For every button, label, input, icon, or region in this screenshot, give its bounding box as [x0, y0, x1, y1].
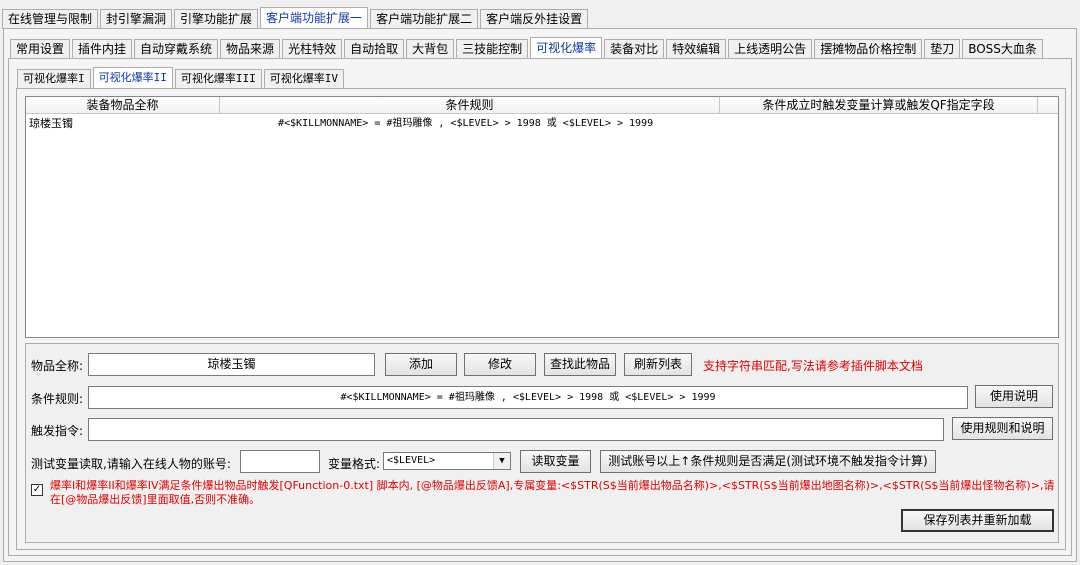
- refresh-list-button[interactable]: 刷新列表: [624, 353, 692, 376]
- trigger-label: 触发指令:: [31, 424, 84, 438]
- tab-big-bag[interactable]: 大背包: [406, 39, 455, 59]
- var-format-select[interactable]: <$LEVEL> ▼: [383, 452, 511, 470]
- item-name-label: 物品全称:: [31, 359, 84, 373]
- add-button[interactable]: 添加: [385, 353, 457, 376]
- match-hint: 支持字符串匹配,写法请参考插件脚本文档: [703, 359, 923, 373]
- list-header: 装备物品全称 条件规则 条件成立时触发变量计算或触发QF指定字段: [26, 97, 1058, 114]
- column-item-name[interactable]: 装备物品全称: [26, 97, 220, 114]
- tab-common-settings[interactable]: 常用设置: [10, 39, 71, 59]
- tab-drop-rate-3[interactable]: 可视化爆率III: [174, 69, 262, 89]
- save-reload-button[interactable]: 保存列表并重新加载: [901, 509, 1054, 532]
- drop-feedback-note: 爆率I和爆率II和爆率IV满足条件爆出物品时触发[QFunction-0.txt…: [50, 479, 1055, 506]
- tab-equip-compare[interactable]: 装备对比: [604, 39, 665, 59]
- test-account-input[interactable]: [240, 450, 320, 473]
- tab-item-source[interactable]: 物品来源: [220, 39, 281, 59]
- tab-client-anticheat[interactable]: 客户端反外挂设置: [480, 9, 589, 29]
- tab-engine-extension[interactable]: 引擎功能扩展: [174, 9, 259, 29]
- test-rule-button[interactable]: 测试账号以上↑条件规则是否满足(测试环境不触发指令计算): [600, 450, 936, 473]
- find-item-button[interactable]: 查找此物品: [544, 353, 616, 376]
- tab-light-pillar[interactable]: 光柱特效: [282, 39, 343, 59]
- list-item-name: 琼楼玉镯: [29, 117, 73, 130]
- tab-drop-rate-4[interactable]: 可视化爆率IV: [263, 69, 344, 89]
- var-format-label: 变量格式:: [328, 457, 381, 471]
- tab-engine-exploits[interactable]: 封引擎漏洞: [100, 9, 173, 29]
- read-variable-button[interactable]: 读取变量: [520, 450, 591, 473]
- tab-client-extension-1[interactable]: 客户端功能扩展一: [260, 7, 369, 29]
- rule-input[interactable]: #<$KILLMONNAME> = #祖玛雕像 , <$LEVEL> > 199…: [88, 386, 968, 409]
- tab-visual-drop-rate[interactable]: 可视化爆率: [530, 37, 603, 59]
- tab-drop-rate-1[interactable]: 可视化爆率I: [17, 69, 91, 89]
- tab-auto-pickup[interactable]: 自动拾取: [344, 39, 405, 59]
- drop-feedback-checkbox[interactable]: ✓: [31, 484, 43, 496]
- tab-pad-knife[interactable]: 垫刀: [924, 39, 961, 59]
- tab-drop-rate-2[interactable]: 可视化爆率II: [92, 67, 173, 89]
- tab-online-notice[interactable]: 上线透明公告: [728, 39, 813, 59]
- column-filler: [1038, 97, 1058, 114]
- tab-effect-edit[interactable]: 特效编辑: [666, 39, 727, 59]
- item-name-input[interactable]: 琼楼玉镯: [88, 353, 375, 376]
- tab-online-management[interactable]: 在线管理与限制: [2, 9, 99, 29]
- drop-rule-list[interactable]: 装备物品全称 条件规则 条件成立时触发变量计算或触发QF指定字段 琼楼玉镯 #<…: [25, 96, 1059, 338]
- list-item-rule: #<$KILLMONNAME> = #祖玛雕像 , <$LEVEL> > 199…: [278, 118, 654, 129]
- chevron-down-icon[interactable]: ▼: [493, 453, 510, 469]
- usage-button[interactable]: 使用说明: [975, 385, 1053, 408]
- rules-usage-button[interactable]: 使用规则和说明: [952, 417, 1053, 440]
- trigger-input[interactable]: [88, 418, 944, 441]
- tab-client-extension-2[interactable]: 客户端功能扩展二: [370, 9, 479, 29]
- test-account-label: 测试变量读取,请输入在线人物的账号:: [31, 457, 231, 471]
- sub-tab-bar: 常用设置 插件内挂 自动穿戴系统 物品来源 光柱特效 自动拾取 大背包 三技能控…: [10, 37, 1045, 59]
- var-format-value: <$LEVEL>: [387, 455, 436, 466]
- main-tab-bar: 在线管理与限制 封引擎漏洞 引擎功能扩展 客户端功能扩展一 客户端功能扩展二 客…: [2, 7, 590, 29]
- checkmark-icon: ✓: [32, 484, 42, 495]
- tab-auto-equip[interactable]: 自动穿戴系统: [134, 39, 219, 59]
- modify-button[interactable]: 修改: [464, 353, 536, 376]
- column-trigger[interactable]: 条件成立时触发变量计算或触发QF指定字段: [720, 97, 1038, 114]
- tab-stall-price[interactable]: 摆摊物品价格控制: [814, 39, 923, 59]
- column-rule[interactable]: 条件规则: [220, 97, 720, 114]
- rule-label: 条件规则:: [31, 392, 84, 406]
- drop-rate-tab-bar: 可视化爆率I 可视化爆率II 可视化爆率III 可视化爆率IV: [17, 67, 346, 89]
- tab-plugin[interactable]: 插件内挂: [72, 39, 133, 59]
- tab-three-skills[interactable]: 三技能控制: [456, 39, 529, 59]
- list-item[interactable]: 琼楼玉镯 #<$KILLMONNAME> = #祖玛雕像 , <$LEVEL> …: [26, 116, 1058, 132]
- tab-boss-hp-bar[interactable]: BOSS大血条: [962, 39, 1043, 59]
